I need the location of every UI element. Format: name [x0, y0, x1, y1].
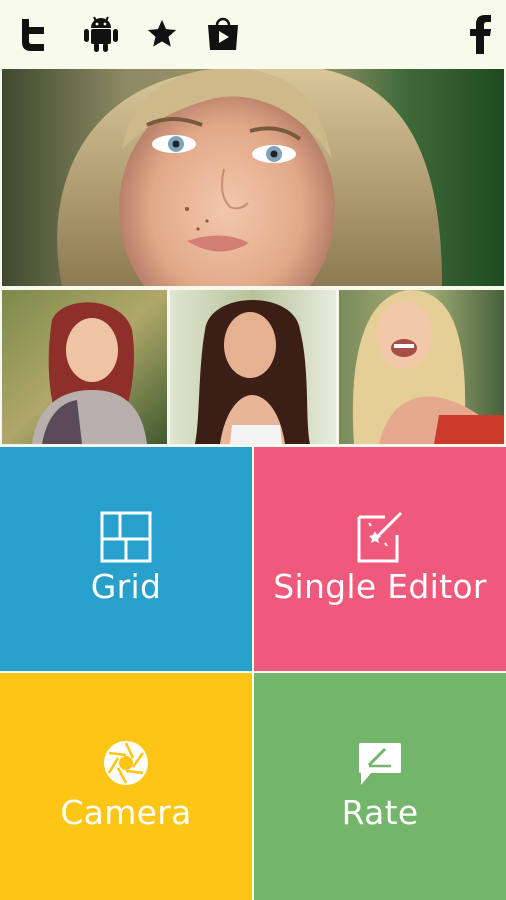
camera-label: Camera — [60, 793, 192, 832]
play-store-icon[interactable] — [203, 12, 243, 56]
facebook-icon[interactable] — [461, 12, 501, 56]
grid-label: Grid — [90, 567, 162, 606]
magic-edit-icon — [355, 509, 405, 569]
grid-layout-icon — [100, 511, 152, 567]
star-icon[interactable] — [142, 12, 182, 56]
single-editor-label: Single Editor — [273, 567, 487, 606]
photo-2[interactable] — [170, 290, 336, 444]
android-icon[interactable] — [81, 12, 121, 56]
twitter-icon[interactable] — [13, 12, 53, 56]
photo-3[interactable] — [339, 290, 504, 444]
grid-button[interactable]: Grid — [0, 447, 252, 671]
rate-pencil-icon — [357, 741, 403, 791]
hero-photo[interactable] — [2, 69, 504, 286]
rate-button[interactable]: Rate — [254, 673, 506, 900]
aperture-icon — [103, 740, 149, 790]
camera-button[interactable]: Camera — [0, 673, 252, 900]
top-bar — [0, 0, 506, 68]
rate-label: Rate — [341, 793, 419, 832]
photo-1[interactable] — [2, 290, 167, 444]
single-editor-button[interactable]: Single Editor — [254, 447, 506, 671]
